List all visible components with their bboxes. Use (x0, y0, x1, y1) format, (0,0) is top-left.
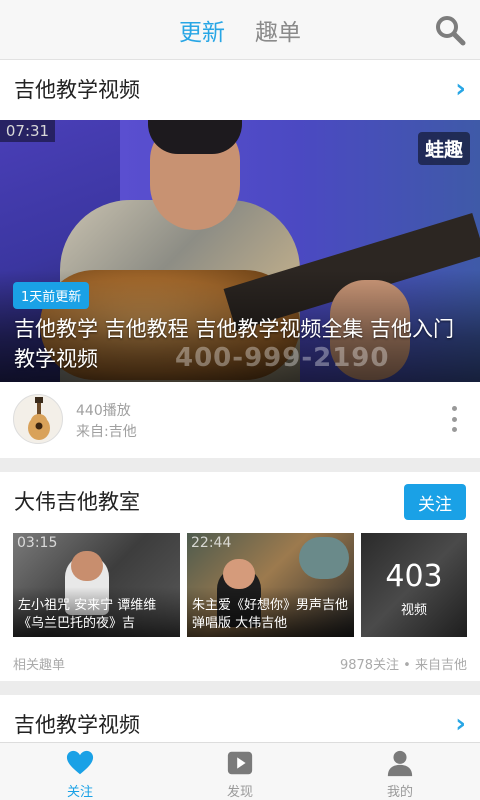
feed-card-2: 吉他教学视频 › (0, 695, 480, 745)
channel-thumbnails: 03:15 左小祖咒 安来宁 谭维维《乌兰巴托的夜》吉 22:44 朱主爱《好想… (13, 533, 467, 637)
section-title: 吉他教学视频 (14, 713, 140, 737)
nav-discover[interactable]: 发现 (160, 743, 320, 800)
update-badge: 1天前更新 (13, 282, 90, 309)
tab-updates[interactable]: 更新 (179, 13, 225, 47)
thumb-inset (299, 537, 349, 579)
bottom-nav: 关注 发现 我的 (0, 742, 480, 800)
video-count: 403 (385, 559, 443, 594)
video-title[interactable]: 吉他教学 吉他教程 吉他教学视频全集 吉他入门教学视频 (14, 314, 466, 374)
video-meta: 440播放 来自:吉他 (0, 382, 480, 458)
play-icon (227, 751, 253, 775)
source-label[interactable]: 来自:吉他 (76, 421, 137, 441)
more-options-icon[interactable] (450, 406, 458, 432)
video-duration: 07:31 (0, 120, 55, 142)
channel-title: 大伟吉他教室 (14, 490, 140, 514)
video-person-hair (148, 120, 242, 154)
chevron-right-icon[interactable]: › (455, 76, 466, 102)
nav-label: 关注 (66, 785, 93, 800)
follower-source: 9878关注 • 来自吉他 (339, 658, 467, 673)
channel-video-2[interactable]: 22:44 朱主爱《好想你》男声吉他弹唱版 大伟吉他 (187, 533, 354, 637)
video-thumbnail[interactable]: 07:31 蛙趣 400-999-2190 1天前更新 吉他教学 吉他教程 吉他… (0, 120, 480, 382)
nav-mine[interactable]: 我的 (320, 743, 480, 800)
channel-video-count[interactable]: 403 视频 (361, 533, 467, 637)
top-tabs: 更新 趣单 (0, 0, 480, 60)
nav-follow[interactable]: 关注 (0, 743, 160, 800)
nav-label: 发现 (226, 785, 253, 800)
related-playlists[interactable]: 相关趣单 (13, 654, 65, 673)
heart-icon (66, 750, 94, 775)
feed-section-header[interactable]: 吉他教学视频 › (0, 60, 480, 118)
guitar-icon (28, 397, 50, 440)
video-duration: 03:15 (17, 535, 58, 551)
thumb-face (223, 559, 255, 589)
thumb-face (71, 551, 103, 581)
video-caption: 左小祖咒 安来宁 谭维维《乌兰巴托的夜》吉 (18, 598, 157, 631)
play-count: 440播放 (76, 403, 131, 419)
video-duration: 22:44 (191, 535, 232, 551)
follow-button[interactable]: 关注 (404, 484, 466, 520)
search-icon[interactable] (434, 14, 466, 46)
channel-video-1[interactable]: 03:15 左小祖咒 安来宁 谭维维《乌兰巴托的夜》吉 (13, 533, 180, 637)
top-bar: 更新 趣单 (0, 0, 480, 60)
avatar[interactable] (13, 394, 63, 444)
person-icon (387, 750, 413, 777)
video-watermark: 蛙趣 (417, 132, 470, 165)
channel-card: 大伟吉他教室 关注 03:15 左小祖咒 安来宁 谭维维《乌兰巴托的夜》吉 22… (0, 472, 480, 681)
chevron-right-icon[interactable]: › (455, 711, 466, 737)
video-caption: 朱主爱《好想你》男声吉他弹唱版 大伟吉他 (192, 598, 349, 631)
video-count-label: 视频 (400, 603, 427, 618)
section-title: 吉他教学视频 (14, 78, 140, 102)
nav-label: 我的 (386, 785, 413, 800)
feed-card: 吉他教学视频 › 07:31 蛙趣 400-999-2190 1天前更新 吉他教… (0, 60, 480, 458)
tab-playlists[interactable]: 趣单 (255, 13, 301, 47)
